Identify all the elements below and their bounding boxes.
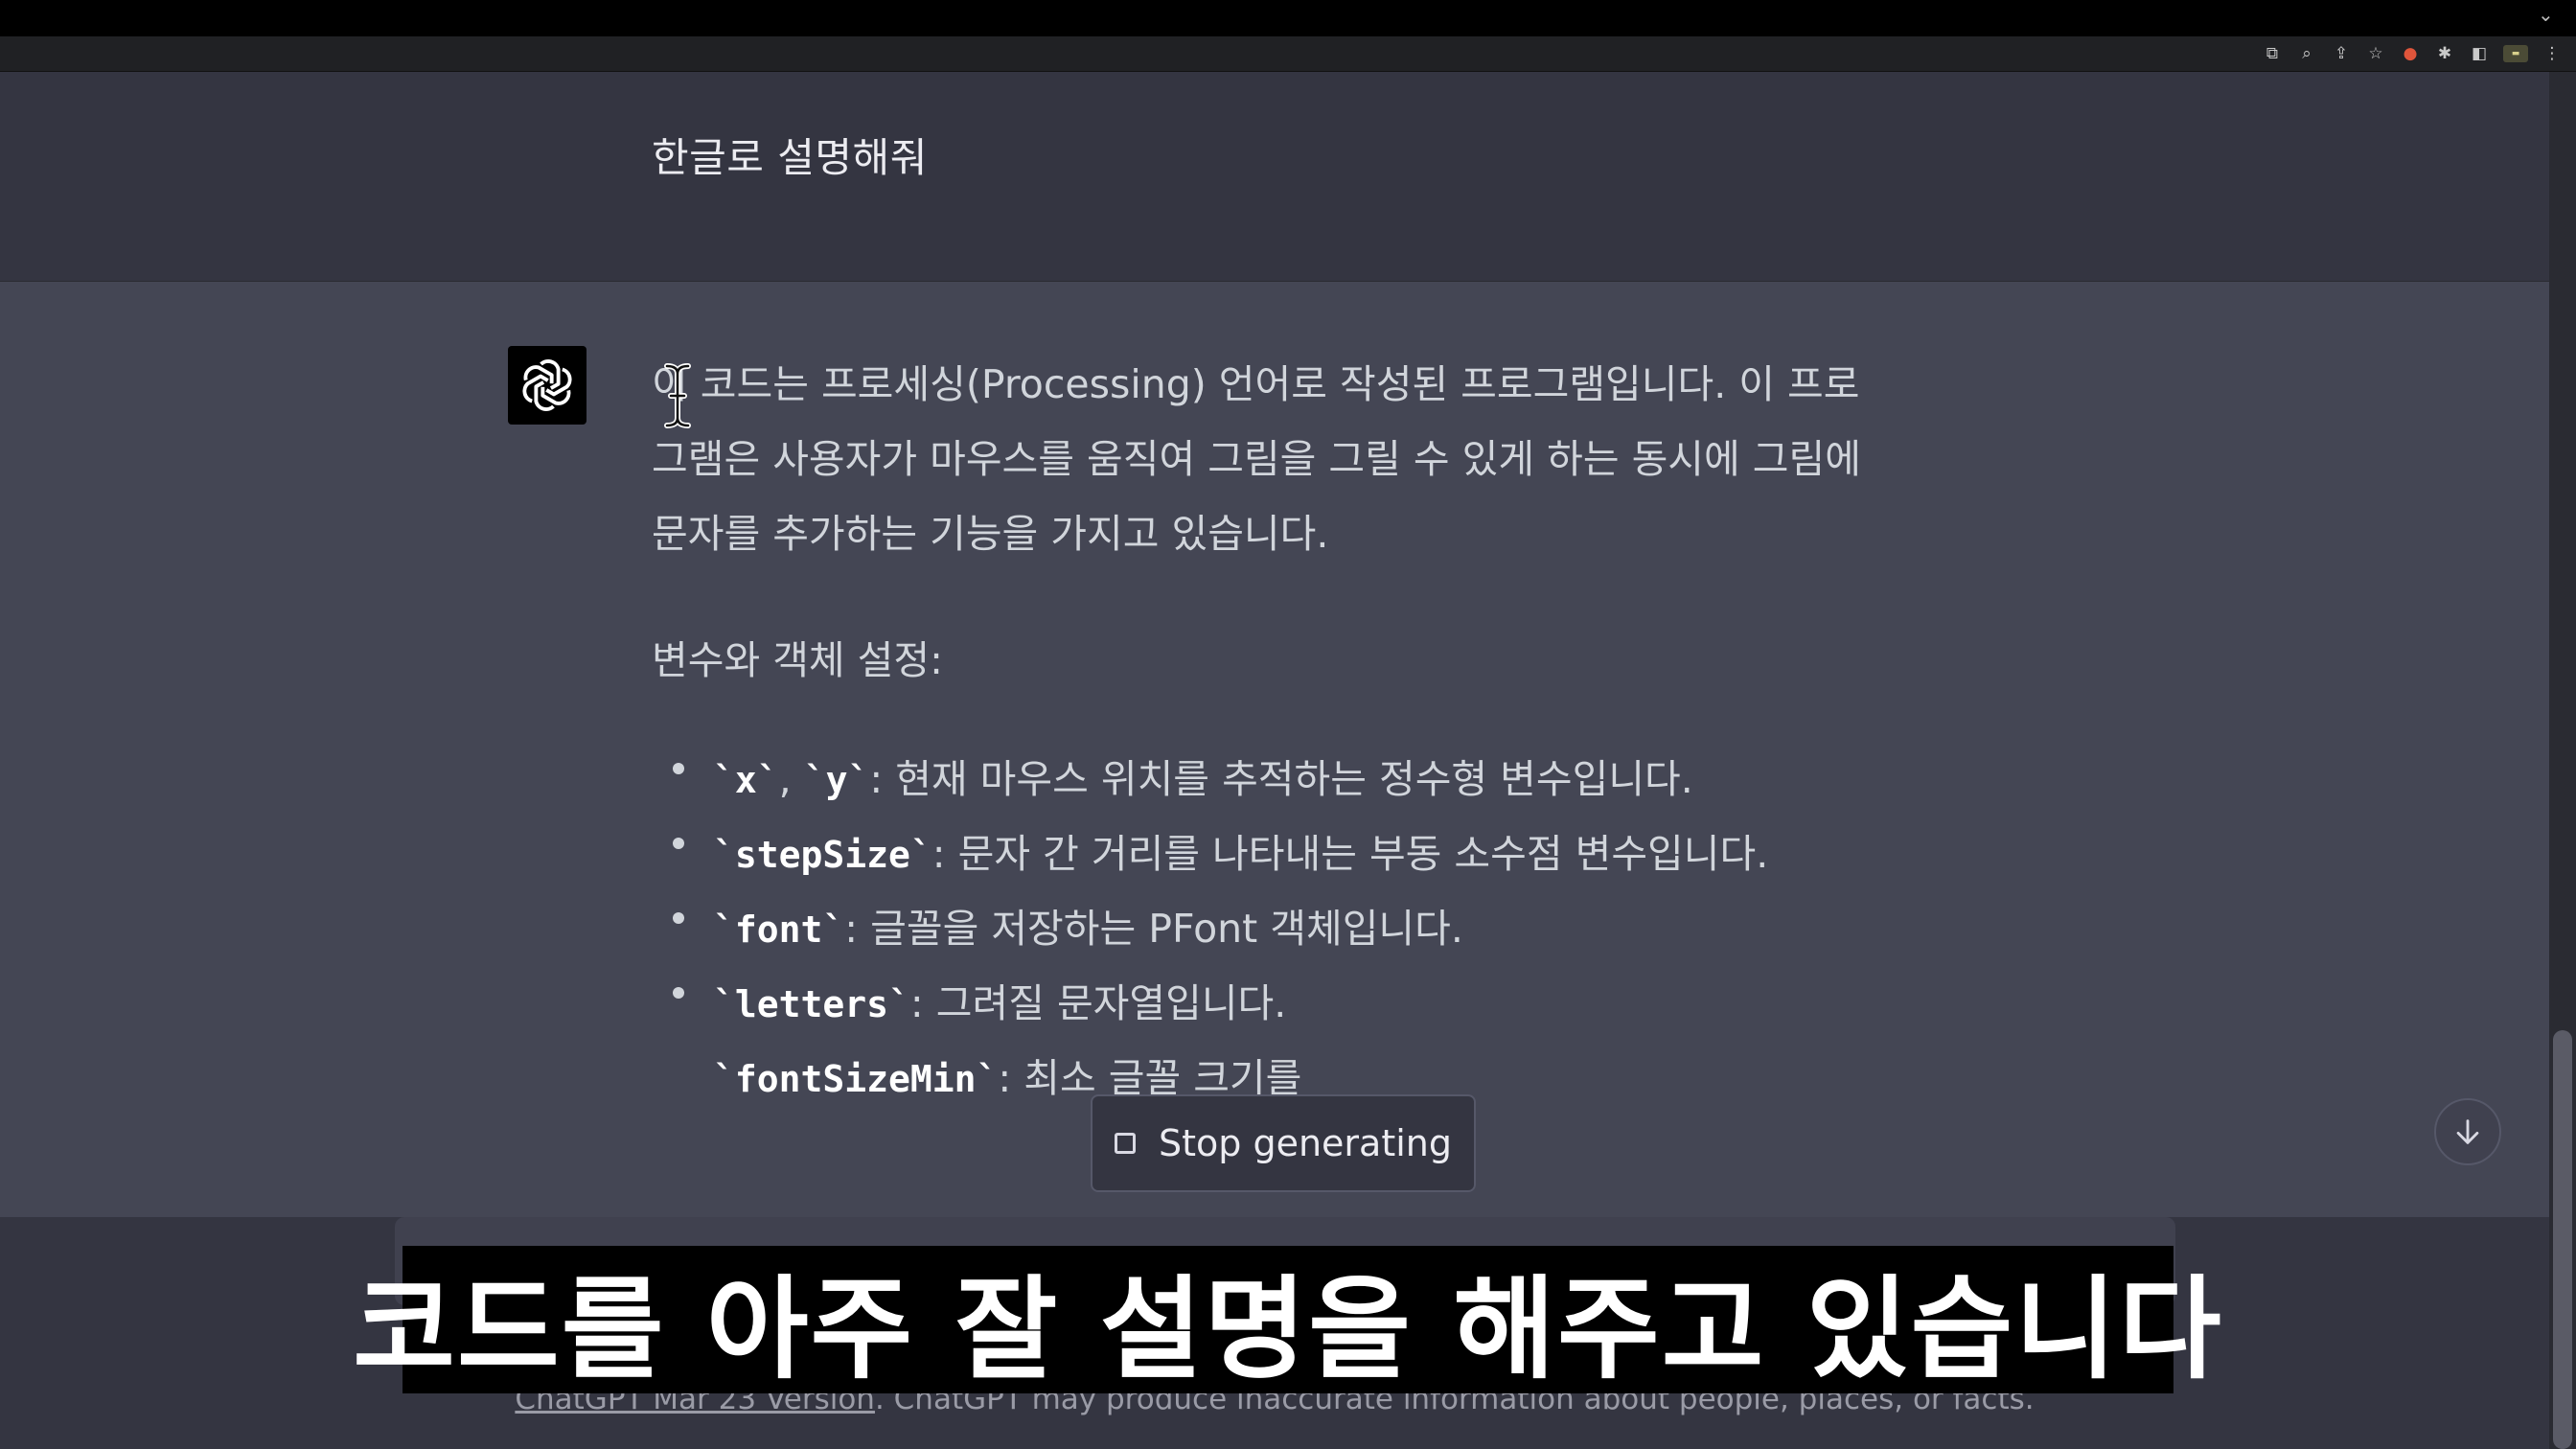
list-item: `x`, `y`: 현재 마우스 위치를 추적하는 정수형 변수입니다. (673, 742, 1878, 816)
caption-text: 코드를 아주 잘 설명을 해주고 있습니다 (353, 1265, 2223, 1394)
code-inline: `x` (713, 759, 779, 801)
share-icon[interactable]: ⇪ (2331, 43, 2352, 64)
more-menu-icon[interactable]: ⋮ (2542, 43, 2563, 64)
window-top-bar: ⌄ (0, 0, 2576, 36)
stop-generating-button[interactable]: Stop generating (1091, 1094, 1476, 1192)
stop-generating-label: Stop generating (1158, 1122, 1452, 1164)
extensions-puzzle-icon[interactable]: ✱ (2434, 43, 2455, 64)
openai-logo-icon (522, 359, 572, 411)
translate-icon[interactable]: ⧉ (2262, 43, 2283, 64)
scrollbar-thumb[interactable] (2553, 1030, 2572, 1449)
list-item-separator: , (778, 756, 804, 802)
answer-section-title: 변수와 객체 설정: (652, 637, 943, 683)
extension-icon[interactable]: ● (2400, 43, 2421, 64)
assistant-avatar (508, 346, 586, 425)
bookmark-star-icon[interactable]: ☆ (2365, 43, 2386, 64)
chevron-down-icon[interactable]: ⌄ (2538, 5, 2555, 24)
arrow-down-icon (2456, 1119, 2479, 1144)
zoom-icon[interactable]: ⌕ (2296, 43, 2317, 64)
video-caption: 코드를 아주 잘 설명을 해주고 있습니다 (353, 1246, 2221, 1394)
scroll-to-bottom-button[interactable] (2434, 1098, 2501, 1165)
screen: ⌄ ⧉ ⌕ ⇪ ☆ ● ✱ ◧ ▬ ⋮ 한글로 설명해줘 이 코드는 프로세싱(… (0, 0, 2576, 1449)
list-item-desc: : 글꼴을 저장하는 PFont 객체입니다. (844, 906, 1463, 952)
list-item-desc: : 현재 마우스 위치를 추적하는 정수형 변수입니다. (869, 756, 1693, 802)
code-inline: `fontSizeMin` (713, 1058, 999, 1100)
user-message-row: 한글로 설명해줘 (0, 72, 2549, 282)
code-inline: `stepSize` (713, 834, 932, 876)
list-item: `font`: 글꼴을 저장하는 PFont 객체입니다. (673, 891, 1878, 966)
extension-badge-icon[interactable]: ▬ (2503, 45, 2528, 62)
list-item: `letters`: 그려질 문자열입니다. (673, 966, 1878, 1041)
browser-toolbar-icons: ⧉ ⌕ ⇪ ☆ ● ✱ ◧ ▬ ⋮ (2262, 42, 2563, 65)
list-item-desc: : 그려질 문자열입니다. (909, 980, 1287, 1026)
code-inline: `letters` (713, 983, 910, 1025)
answer-intro: 이 코드는 프로세싱(Processing) 언어로 작성된 프로그램입니다. … (652, 361, 1861, 557)
list-item: `stepSize`: 문자 간 거리를 나타내는 부동 소수점 변수입니다. (673, 816, 1878, 891)
user-message: 한글로 설명해줘 (652, 134, 928, 181)
code-inline: `font` (713, 908, 845, 951)
stop-square-icon (1114, 1133, 1136, 1154)
code-inline: `y` (803, 759, 870, 801)
browser-toolbar: ⧉ ⌕ ⇪ ☆ ● ✱ ◧ ▬ ⋮ (0, 36, 2576, 72)
list-item-desc: : 문자 간 거리를 나타내는 부동 소수점 변수입니다. (932, 831, 1769, 877)
text-cursor-icon (664, 363, 691, 428)
assistant-message-row: 이 코드는 프로세싱(Processing) 언어로 작성된 프로그램입니다. … (0, 282, 2549, 1217)
variable-list: `x`, `y`: 현재 마우스 위치를 추적하는 정수형 변수입니다. `st… (652, 742, 1878, 1116)
assistant-answer: 이 코드는 프로세싱(Processing) 언어로 작성된 프로그램입니다. … (652, 347, 1878, 1116)
scrollbar[interactable] (2549, 72, 2576, 1449)
side-panel-icon[interactable]: ◧ (2469, 43, 2490, 64)
